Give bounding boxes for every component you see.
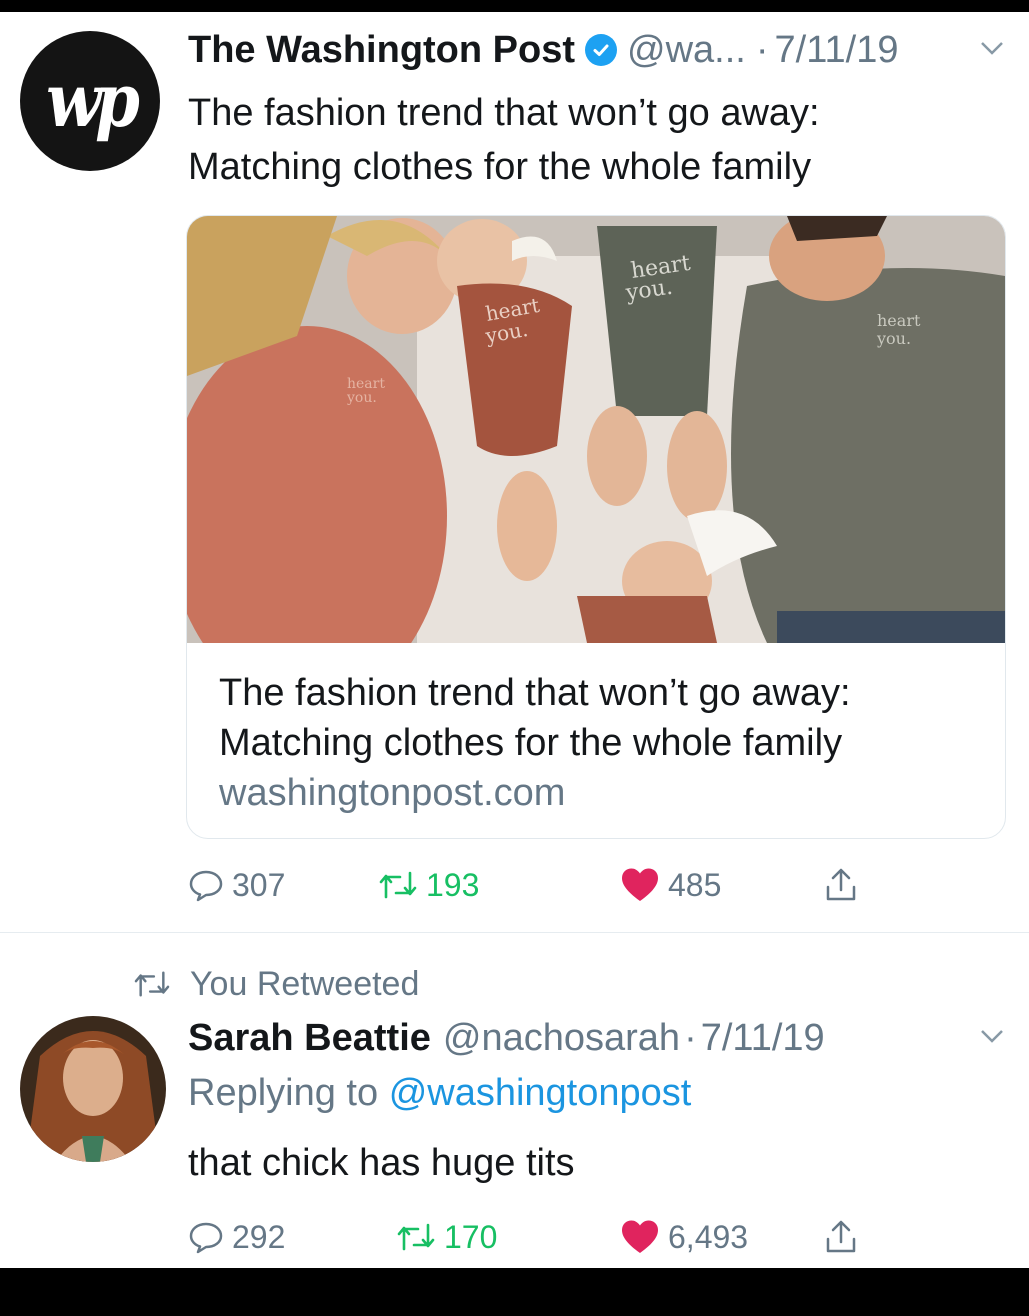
avatar-washington-post[interactable]: wp — [20, 31, 160, 171]
timeline-screen: wp The Washington Post @wa... · 7/11/19 … — [0, 12, 1029, 1268]
reply-button[interactable]: 292 — [188, 1212, 285, 1262]
share-button[interactable] — [824, 860, 866, 910]
tweet-date[interactable]: 7/11/19 — [775, 29, 899, 72]
author-name[interactable]: Sarah Beattie — [188, 1017, 431, 1060]
bottom-black-bar — [0, 1268, 1029, 1316]
retweet-count: 193 — [426, 866, 480, 903]
card-title-line: Matching clothes for the whole family — [219, 722, 843, 764]
author-handle[interactable]: @nachosarah — [443, 1017, 680, 1060]
retweet-icon — [379, 871, 417, 899]
author-handle[interactable]: @wa... — [627, 29, 746, 72]
retweet-count: 170 — [444, 1218, 498, 1255]
replying-prefix: Replying to — [188, 1072, 379, 1114]
shirt-text: heart — [877, 311, 921, 330]
chevron-down-icon[interactable] — [976, 32, 1008, 64]
tweet-date[interactable]: 7/11/19 — [701, 1017, 825, 1060]
retweet-icon — [134, 971, 170, 997]
tweet-body: that chick has huge tits — [188, 1142, 575, 1184]
tweet-body: The fashion trend that won’t go away: Ma… — [188, 86, 988, 194]
reply-count: 307 — [232, 866, 286, 903]
retweet-button[interactable]: 170 — [396, 1212, 497, 1262]
share-icon — [826, 1220, 856, 1253]
heart-icon — [622, 868, 658, 901]
tweet-actions: 307 193 485 — [188, 860, 1008, 910]
shirt-text: you. — [876, 329, 911, 348]
tweet-header: Sarah Beattie @nachosarah · 7/11/19 — [188, 1014, 1008, 1062]
chevron-down-icon[interactable] — [976, 1020, 1008, 1052]
separator-dot: · — [684, 1016, 697, 1059]
tweet-divider — [0, 932, 1029, 933]
reply-count: 292 — [232, 1218, 286, 1255]
profile-photo — [20, 1016, 166, 1162]
social-context: You Retweeted — [132, 960, 419, 1008]
tweet-text-line: The fashion trend that won’t go away: — [188, 92, 820, 134]
tweet-text-line: Matching clothes for the whole family — [188, 146, 812, 188]
reply-button[interactable]: 307 — [188, 860, 285, 910]
avatar-logo-text: wp — [46, 57, 140, 145]
verified-badge-icon — [585, 34, 618, 66]
share-button[interactable] — [824, 1212, 866, 1262]
card-title: The fashion trend that won’t go away: Ma… — [219, 668, 989, 768]
card-title-line: The fashion trend that won’t go away: — [219, 672, 851, 714]
replying-to: Replying to @washingtonpost — [188, 1072, 691, 1115]
shirt-text: you. — [346, 390, 377, 406]
author-name[interactable]: The Washington Post — [188, 29, 575, 72]
tweet-actions: 292 170 6,493 — [188, 1212, 1008, 1262]
like-button[interactable]: 485 — [620, 860, 721, 910]
replying-handle-link[interactable]: @washingtonpost — [389, 1072, 692, 1114]
like-button[interactable]: 6,493 — [620, 1212, 748, 1262]
reply-icon — [189, 1222, 223, 1254]
separator-dot: · — [755, 28, 769, 71]
like-count: 485 — [668, 866, 722, 903]
link-card[interactable]: heart you. heart you. heart you. heart y… — [186, 215, 1006, 839]
heart-icon — [622, 1220, 658, 1253]
social-context-label: You Retweeted — [190, 964, 420, 1003]
tweet-header: The Washington Post @wa... · 7/11/19 — [188, 26, 1008, 74]
card-domain: washingtonpost.com — [219, 772, 566, 814]
family-matching-shirts-photo: heart you. heart you. heart you. heart y… — [187, 216, 1005, 643]
share-icon — [826, 868, 856, 901]
like-count: 6,493 — [668, 1218, 749, 1255]
retweet-button[interactable]: 193 — [378, 860, 479, 910]
retweet-icon — [397, 1223, 435, 1251]
reply-icon — [189, 870, 223, 902]
avatar-sarah-beattie[interactable] — [20, 1016, 166, 1162]
